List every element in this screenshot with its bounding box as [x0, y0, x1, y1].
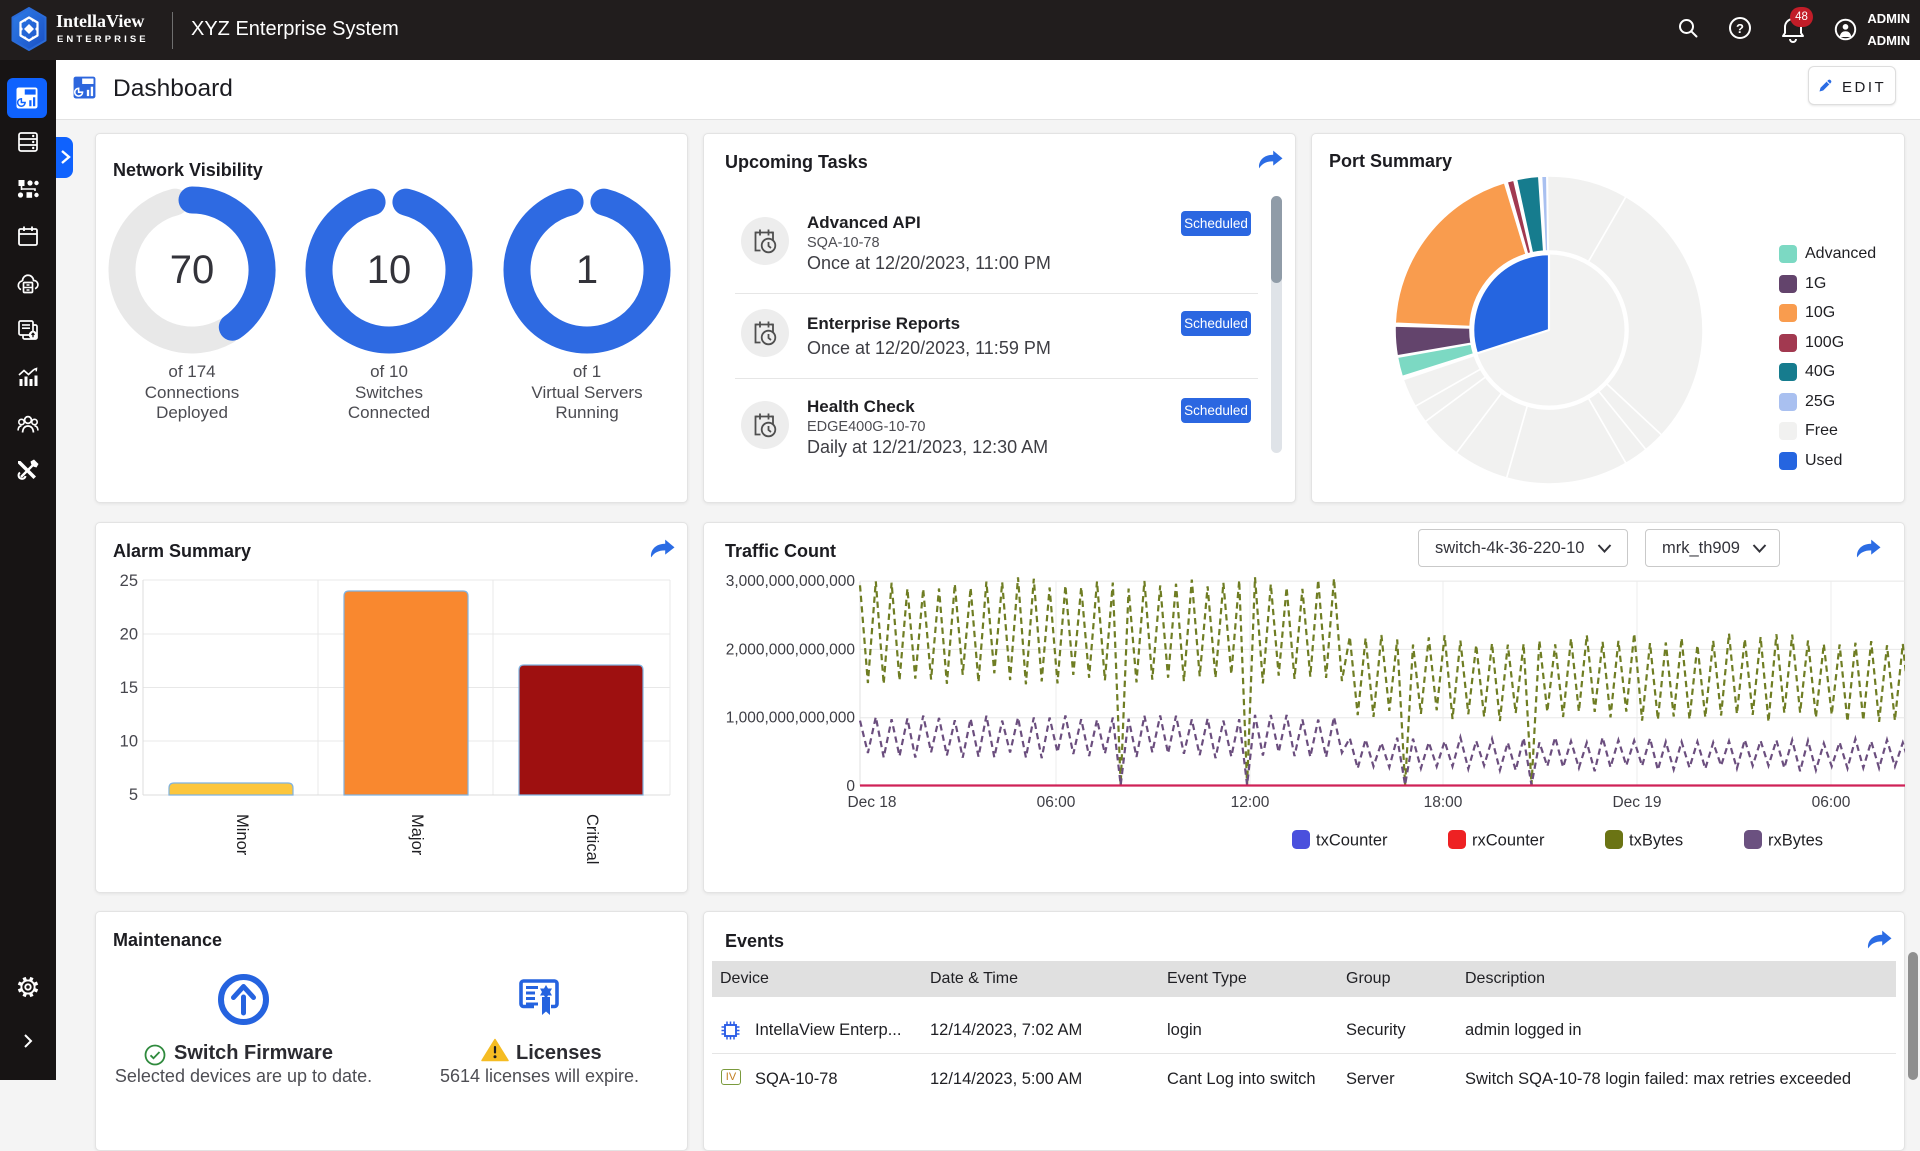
svg-text:06:00: 06:00 — [1812, 794, 1851, 811]
svg-text:rxCounter: rxCounter — [1472, 832, 1545, 850]
svg-text:2,000,000,000,000: 2,000,000,000,000 — [726, 641, 856, 658]
svg-text:txBytes: txBytes — [1629, 832, 1683, 850]
svg-text:?: ? — [1736, 21, 1744, 36]
svg-text:Dec 18: Dec 18 — [847, 794, 896, 811]
svg-text:25: 25 — [120, 572, 138, 590]
svg-text:3,000,000,000,000: 3,000,000,000,000 — [726, 573, 856, 590]
svg-text:0: 0 — [846, 778, 855, 795]
svg-text:Critical: Critical — [583, 814, 601, 864]
svg-text:06:00: 06:00 — [1037, 794, 1076, 811]
svg-text:Dec 19: Dec 19 — [1612, 794, 1661, 811]
svg-text:12:00: 12:00 — [1231, 794, 1270, 811]
svg-text:Major: Major — [408, 814, 426, 856]
svg-text:Minor: Minor — [233, 814, 251, 856]
svg-text:15: 15 — [120, 679, 138, 697]
svg-text:1,000,000,000,000: 1,000,000,000,000 — [726, 710, 856, 727]
svg-text:20: 20 — [120, 626, 138, 644]
svg-text:rxBytes: rxBytes — [1768, 832, 1823, 850]
svg-text:10: 10 — [367, 248, 412, 292]
svg-text:5: 5 — [129, 786, 138, 804]
svg-text:10: 10 — [120, 733, 138, 751]
svg-text:1: 1 — [576, 248, 598, 292]
svg-text:18:00: 18:00 — [1424, 794, 1463, 811]
svg-text:70: 70 — [170, 248, 215, 292]
svg-text:txCounter: txCounter — [1316, 832, 1388, 850]
